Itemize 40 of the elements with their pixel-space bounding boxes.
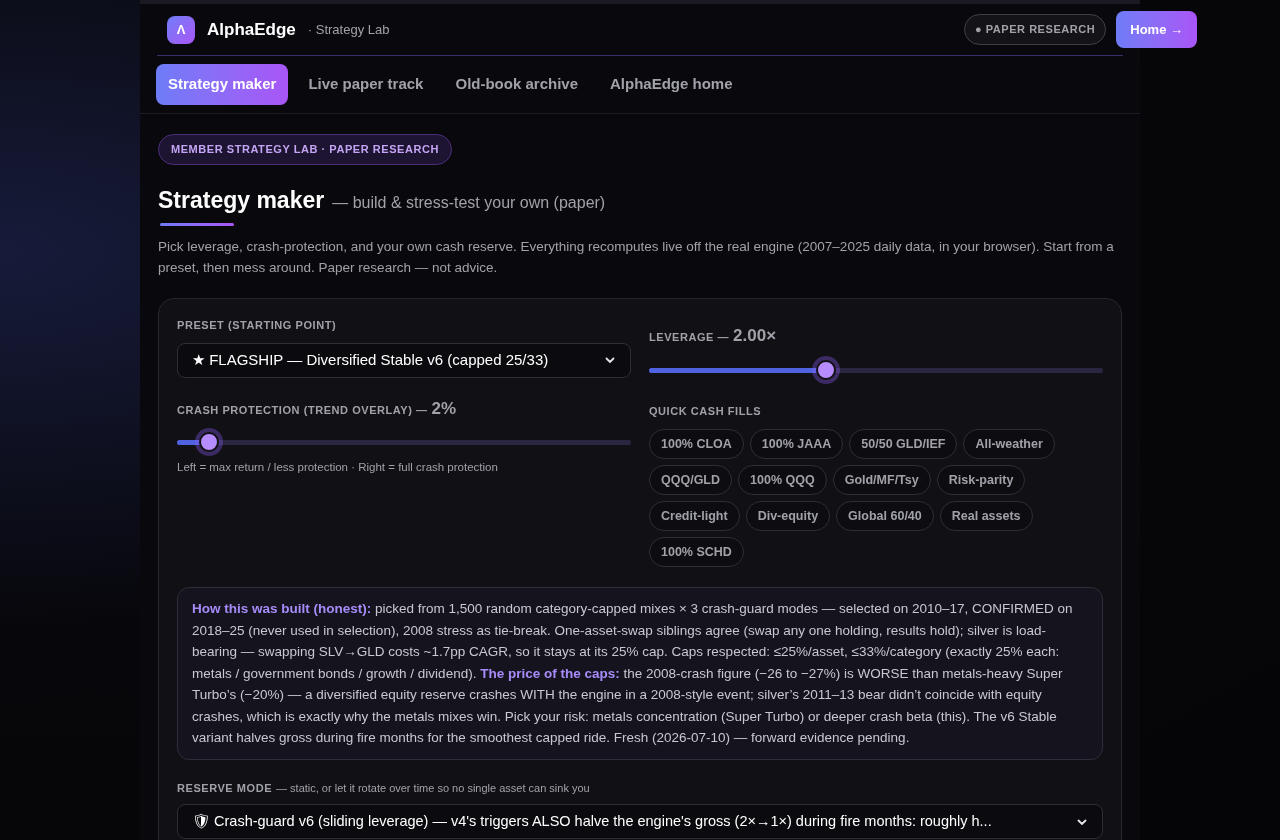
page-subtitle: — build & stress-test your own (paper): [332, 192, 606, 213]
brand-subtitle: · Strategy Lab: [307, 20, 390, 39]
reserve-mode-label: RESERVE MODE: [177, 780, 273, 796]
quick-fill-chip[interactable]: QQQ/GLD: [649, 465, 733, 495]
reserve-mode-select[interactable]: 🛡 Crash-guard v6 (sliding leverage) — v4's triggers ALSO halve the engine's gross (2×→1×) during fire months: roughly h...: [177, 804, 1103, 839]
info-note: How this was built (honest): picked from 1,500 random category-capped mixes × 3 crash-guard modes — selected on 2010–17, CONFIRMED on 2018–25 (never used in selection), 2008 stress as tie-break. One-asset-swap siblings agree (swap any one holding, results hold); silver is load-bearing — swapping SLV→GLD costs ~1.7pp CAGR, so it stays at its 25% cap. Caps respected: ≤25%/asset, ≤33%/category (exactly 25% each: metals / government bonds / growth / dividend). The price of the caps: the 2008-crash figure (−26 to −27%) is WORSE than metals-heavy Super Turbo’s (−20%) — a diversified equity reserve crashes WITH the engine in a 2008-style event; silver’s 2011–13 bear didn’t coincide with equity crashes, which is exactly why the metals mixes win. Pick your risk: metals concentration (Super Turbo) or deeper crash beta (this). The v6 Stable variant halves gross during fire months for the smoothest capped ride. Fresh (2026-07-10) — forward evidence pending.: [177, 587, 1103, 760]
quick-fill-chip[interactable]: Global 60/40: [836, 501, 934, 531]
quick-fills-label: QUICK CASH FILLS: [649, 403, 763, 419]
quick-fill-chip[interactable]: All-weather: [963, 429, 1055, 459]
slider-thumb[interactable]: [198, 432, 219, 452]
quick-fill-chip[interactable]: 100% JAAA: [749, 429, 844, 459]
logo-icon: Λ: [167, 15, 195, 44]
home-button[interactable]: Home →: [1116, 10, 1197, 49]
quick-fill-chip[interactable]: Gold/MF/Tsy: [832, 465, 931, 495]
nav-tab[interactable]: Live paper track: [296, 64, 436, 105]
quick-fill-chip[interactable]: 50/50 GLD/IEF: [849, 429, 958, 459]
quick-fill-chip[interactable]: Real assets: [939, 501, 1033, 531]
crash-protection-reading: 2%: [431, 397, 457, 420]
quick-fill-chip[interactable]: Div-equity: [745, 501, 831, 531]
quick-fill-chip[interactable]: 100% SCHD: [649, 537, 744, 567]
quick-fill-chip[interactable]: Risk-parity: [936, 465, 1026, 495]
status-badge: ● PAPER RESEARCH: [963, 14, 1107, 45]
brand-name: AlphaEdge: [207, 18, 296, 41]
nav-tab[interactable]: AlphaEdge home: [598, 64, 745, 105]
nav-tab[interactable]: Old-book archive: [443, 64, 590, 105]
leverage-label: LEVERAGE —: [649, 330, 730, 345]
preset-label: PRESET (STARTING POINT): [177, 318, 338, 333]
preset-select[interactable]: ★ FLAGSHIP — Diversified Stable v6 (capped 25/33): [177, 342, 631, 378]
intro-text: Pick leverage, crash-protection, and your own cash reserve. Everything recomputes live off the real engine (2007–2025 daily data, in your browser). Start from a preset, then mess around. Paper research — not advice.: [158, 238, 1115, 277]
nav-tab[interactable]: Strategy maker: [156, 64, 289, 105]
slider-hint: Left = max return / less protection · Right = full crash protection: [177, 460, 499, 475]
leverage-reading: 2.00×: [733, 325, 777, 347]
quick-fill-chip[interactable]: 100% CLOA: [649, 429, 744, 459]
quick-fill-chip[interactable]: 100% QQQ: [738, 465, 827, 495]
crash-protection-label: CRASH PROTECTION (TREND OVERLAY) —: [177, 402, 428, 418]
reserve-mode-hint: — static, or let it rotate over time so no single asset can sink you: [276, 780, 590, 796]
slider-thumb[interactable]: [816, 359, 837, 380]
quick-fill-chip[interactable]: Credit-light: [649, 501, 740, 531]
page-title: Strategy maker: [158, 185, 325, 215]
eyebrow-badge: MEMBER STRATEGY LAB · PAPER RESEARCH: [158, 134, 452, 165]
